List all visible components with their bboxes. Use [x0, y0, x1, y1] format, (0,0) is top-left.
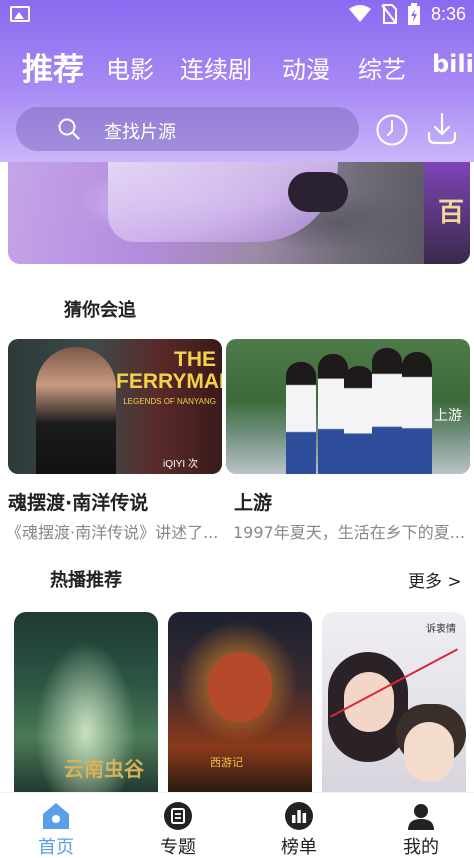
nav-label: 首页: [38, 837, 74, 858]
poster-art-text: 西游记: [210, 756, 243, 769]
guess-card-ferryman[interactable]: THE FERRYMAN LEGENDS OF NANYANG iQIYI 次: [8, 339, 222, 474]
poster-student: [344, 366, 374, 474]
nav-ranking[interactable]: 榜单: [259, 793, 339, 858]
banner-hair: [288, 172, 348, 212]
tab-anime[interactable]: 动漫: [282, 50, 330, 85]
banner-carousel[interactable]: 百: [8, 162, 470, 264]
poster-figure: [208, 652, 272, 722]
nav-label: 榜单: [281, 837, 317, 858]
profile-icon: [408, 804, 434, 830]
hot-poster[interactable]: 诉衷情: [322, 612, 466, 792]
tab-series[interactable]: 连续剧: [180, 50, 252, 85]
no-sim-icon: [381, 4, 397, 24]
hot-poster[interactable]: 云南虫谷: [14, 612, 158, 792]
topic-icon: [164, 802, 192, 830]
guess-card-desc: 1997年夏天，生活在乡下的夏...: [233, 523, 465, 542]
chart-icon: [285, 802, 313, 830]
guess-section-title: 猜你会追: [64, 300, 136, 321]
poster-student: [286, 362, 316, 474]
poster-person: [36, 347, 116, 474]
tab-bili[interactable]: bili: [432, 50, 474, 78]
search-icon: [58, 118, 80, 140]
more-link[interactable]: 更多 >: [408, 567, 462, 592]
nav-topic[interactable]: 专题: [138, 793, 218, 858]
poster-figure: [404, 722, 454, 782]
status-time: 8:36: [430, 3, 466, 24]
home-icon: [43, 803, 69, 829]
poster-subtitle-art: LEGENDS OF NANYANG: [123, 397, 216, 406]
banner-art-text: 百: [437, 198, 464, 228]
poster-student: [402, 352, 432, 474]
poster-figure: [344, 672, 394, 732]
guess-card-desc: 《魂摆渡·南洋传说》讲述了...: [6, 523, 218, 542]
tab-movie[interactable]: 电影: [106, 50, 154, 85]
download-icon[interactable]: [425, 111, 459, 147]
guess-card-upstream[interactable]: 上游: [226, 339, 470, 474]
poster-art-text: 诉衷情: [426, 624, 456, 635]
bottom-nav: 首页 专题 榜单 我的: [0, 792, 474, 858]
image-notification-icon: [10, 6, 30, 22]
poster-badge: iQIYI 次: [162, 459, 198, 470]
hot-section-title: 热播推荐: [50, 570, 122, 591]
category-tabs: 推荐 电影 连续剧 动漫 综艺 bili: [0, 40, 474, 90]
guess-card-title[interactable]: 上游: [234, 488, 272, 515]
nav-home[interactable]: 首页: [16, 793, 96, 858]
poster-art-text: 上游: [434, 408, 462, 424]
search-input[interactable]: 查找片源: [16, 107, 359, 151]
hot-poster[interactable]: 西游记: [168, 612, 312, 792]
nav-label: 我的: [403, 837, 439, 858]
poster-student: [372, 348, 402, 474]
battery-icon: [407, 3, 420, 25]
guess-card-title[interactable]: 魂摆渡·南洋传说: [8, 488, 148, 515]
status-bar: 8:36: [0, 0, 474, 28]
nav-profile[interactable]: 我的: [381, 793, 461, 858]
wifi-icon: [348, 5, 371, 22]
poster-title-art: THE FERRYMAN: [116, 348, 222, 393]
search-placeholder: 查找片源: [104, 122, 176, 143]
tab-variety[interactable]: 综艺: [358, 50, 406, 85]
tab-recommend[interactable]: 推荐: [22, 44, 84, 89]
poster-art-text: 云南虫谷: [64, 757, 144, 781]
header: 8:36 推荐 电影 连续剧 动漫 综艺 bili 查找片源: [0, 0, 474, 162]
history-icon[interactable]: [375, 113, 409, 147]
nav-label: 专题: [160, 837, 196, 858]
status-right: 8:36: [348, 3, 466, 25]
